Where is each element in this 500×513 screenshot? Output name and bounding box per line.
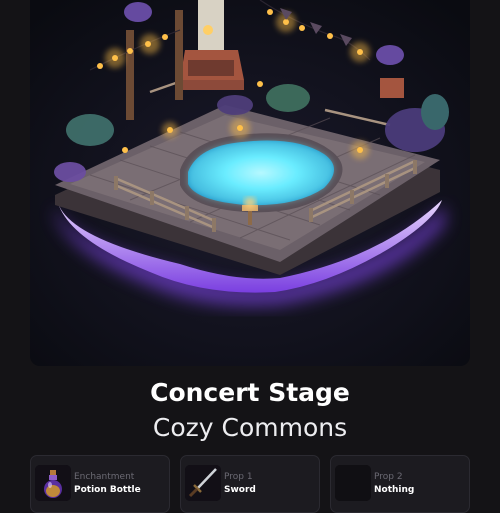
attribute-value: Potion Bottle [74, 485, 141, 495]
attribute-card-prop-2[interactable]: Prop 2 Nothing [330, 455, 470, 513]
attribute-category: Prop 2 [374, 472, 403, 482]
sword-icon [185, 465, 221, 501]
item-title: Concert Stage [150, 378, 350, 407]
attribute-value: Sword [224, 485, 256, 495]
attribute-card-enchantment[interactable]: Enchantment Potion Bottle [30, 455, 170, 513]
attribute-card-prop-1[interactable]: Prop 1 Sword [180, 455, 320, 513]
attribute-category: Prop 1 [224, 472, 253, 482]
attribute-category: Enchantment [74, 472, 135, 482]
empty-slot-icon [335, 465, 371, 501]
concert-stage-illustration [30, 0, 470, 366]
attribute-value: Nothing [374, 485, 415, 495]
potion-bottle-icon [35, 465, 71, 501]
artwork-preview [30, 0, 470, 366]
item-subtitle: Cozy Commons [152, 413, 348, 442]
